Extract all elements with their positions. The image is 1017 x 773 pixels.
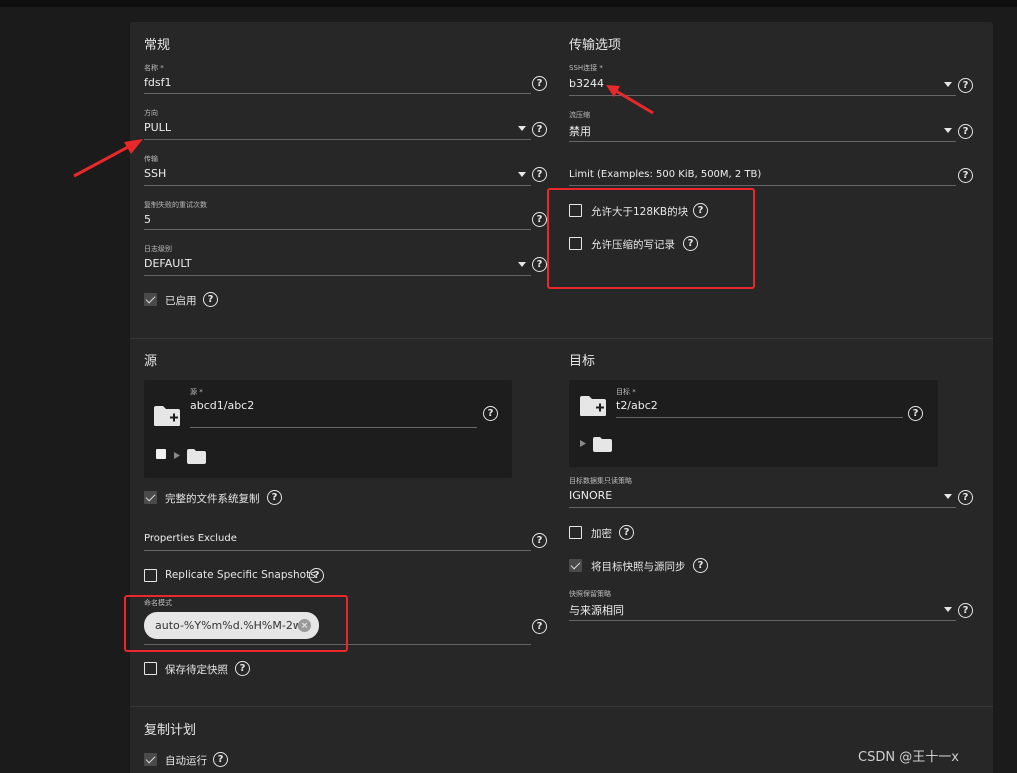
annotation-arrow [73, 85, 654, 178]
watermark: CSDN @王十一x [858, 750, 959, 765]
